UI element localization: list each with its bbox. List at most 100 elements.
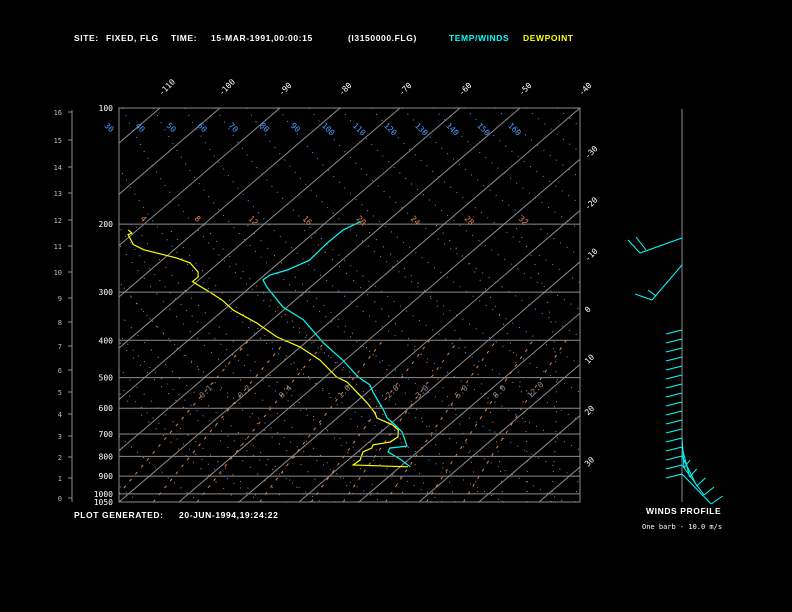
wind-barb [665, 329, 683, 335]
dry-adiabat-label: 40 [133, 121, 146, 134]
dry-adiabat-line [119, 166, 504, 502]
dry-adiabat-label: 130 [413, 121, 430, 138]
dry-adiabat-label: 30 [102, 121, 115, 134]
dry-adiabat-line [401, 108, 580, 257]
isotherm-line [119, 108, 221, 195]
site-value: FIXED, FLG [106, 33, 159, 43]
isotherm-line [298, 261, 580, 502]
height-label: 3 [58, 433, 62, 441]
isotherm-line [238, 209, 580, 502]
dry-adiabat-label: 100 [320, 121, 337, 138]
legend-temp-winds: TEMP/WINDS [449, 33, 509, 43]
wind-barb [665, 338, 683, 344]
temperature-trace [262, 221, 411, 468]
moist-adiabat-line [119, 242, 360, 502]
height-label: 10 [54, 269, 62, 277]
wind-barb-flag [627, 239, 641, 254]
sounding-traces [127, 221, 411, 468]
dry-adiabat-label: 150 [475, 121, 492, 138]
isotherm-line [178, 158, 580, 502]
isotherm-line [119, 108, 521, 452]
isotherm-label-top: -110 [157, 77, 177, 97]
dry-adiabat-label: 90 [289, 121, 302, 134]
dry-adiabat-line [463, 108, 580, 205]
isotherm-label-top: -50 [517, 81, 534, 98]
dry-adiabat-line [153, 108, 580, 481]
pressure-label: 300 [99, 288, 114, 297]
wind-barb [665, 428, 683, 434]
mixing-ratio-line [119, 339, 250, 495]
isotherm-label-right: 20 [583, 404, 596, 417]
axes: 0.1 0.2 0.4 1.0 2.0 3.0 5.0 8.0 12.0100200300400… [54, 77, 600, 507]
pressure-label: 600 [99, 404, 114, 413]
height-label: 14 [54, 164, 62, 172]
plot-generated-value: 20-JUN-1994,19:24:22 [179, 510, 278, 520]
isotherm-label-right: -20 [583, 195, 600, 212]
dry-adiabat-label: 60 [196, 121, 209, 134]
wind-barb-flag [635, 236, 647, 251]
moist-adiabat-line [513, 223, 558, 502]
dry-adiabat-line [588, 108, 792, 502]
mixing-ratio-line [385, 340, 497, 502]
dry-adiabat-line [556, 108, 580, 128]
mixing-ratio-label: 0.4 [277, 383, 294, 400]
height-label: 5 [58, 389, 62, 397]
moist-adiabat-line [119, 367, 264, 502]
isotherm-label-top: -70 [397, 81, 414, 98]
pressure-label: 700 [99, 430, 114, 439]
wind-barb [665, 347, 683, 353]
height-label: 4 [58, 411, 62, 419]
dry-adiabat-line [184, 108, 580, 451]
isotherm-label-right: -10 [583, 247, 600, 264]
dry-adiabat-line [277, 108, 580, 365]
dry-adiabat-line [525, 108, 580, 153]
wind-barb [665, 473, 683, 479]
legend-dewpoint: DEWPOINT [523, 33, 574, 43]
mixing-ratio-line [342, 340, 459, 502]
height-label: 8 [58, 319, 62, 327]
dry-adiabat-label: 120 [382, 121, 399, 138]
pressure-label: 800 [99, 452, 114, 461]
isotherm-line [119, 108, 281, 247]
mixing-ratio-line [310, 339, 430, 502]
wind-barb-flag [710, 495, 723, 505]
dry-adiabat-label: 160 [506, 121, 523, 138]
wind-barb [665, 437, 683, 443]
dry-adiabat-line [432, 108, 580, 231]
isotherm-label-right: 30 [583, 455, 596, 468]
moist-adiabat-line [165, 223, 408, 502]
isotherm-label-top: -60 [457, 81, 474, 98]
time-value: 15-MAR-1991,00:00:15 [211, 33, 313, 43]
wind-barb [665, 446, 683, 452]
wind-barb-flag [647, 289, 657, 297]
mixing-ratio-line [463, 340, 567, 502]
dry-adiabat-line [370, 108, 580, 284]
dry-adiabat-label: 140 [444, 121, 461, 138]
height-label: 1 [58, 475, 62, 483]
mixing-ratio-label: 0.2 [236, 383, 253, 400]
height-label: 12 [54, 217, 62, 225]
moist-adiabat-label: 4 [139, 214, 149, 224]
pressure-label: 400 [99, 336, 114, 345]
skewt-window: 0.1 0.2 0.4 1.0 2.0 3.0 5.0 8.0 12.0 100 200 300 400… [0, 0, 792, 612]
moist-adiabat-label: 28 [463, 214, 476, 227]
height-label: 7 [58, 343, 62, 351]
isotherm-line [538, 466, 580, 502]
moist-adiabat-label: 8 [193, 214, 203, 224]
isotherm-line [119, 108, 161, 144]
isotherm-label-top: -40 [577, 81, 594, 98]
mixing-ratio-line [196, 339, 327, 502]
wind-barb [665, 392, 683, 398]
wind-barb-flag [696, 477, 706, 487]
mixing-ratio-label: 2.0 [384, 383, 401, 400]
pressure-label: 200 [99, 220, 114, 229]
wind-barb [681, 473, 712, 505]
isotherm-line [478, 415, 580, 502]
time-label: TIME: [171, 33, 197, 43]
wind-barb [665, 455, 683, 461]
wind-barb [665, 383, 683, 389]
dry-adiabat-line [119, 280, 383, 502]
isotherm-line [659, 108, 792, 502]
isotherm-line [418, 363, 580, 502]
dry-adiabat-line [246, 108, 580, 394]
